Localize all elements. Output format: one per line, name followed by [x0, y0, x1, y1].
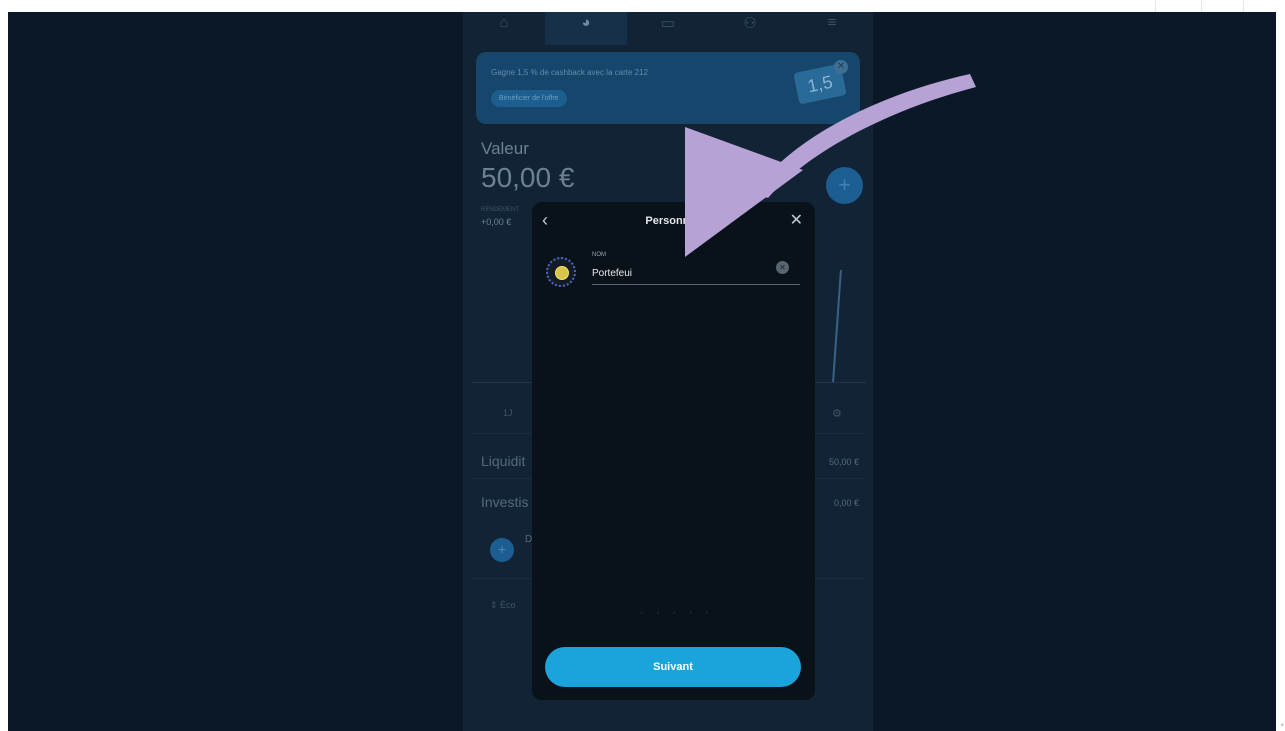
- corner-mark: ×: [1280, 723, 1284, 729]
- page-edge-decoration: [1155, 0, 1285, 12]
- screen-backdrop: ⌂ ◕ ▭ ⚇ ≡ Gagne 1,5 % de cashback avec l…: [8, 12, 1276, 731]
- annotation-arrow: [685, 74, 976, 257]
